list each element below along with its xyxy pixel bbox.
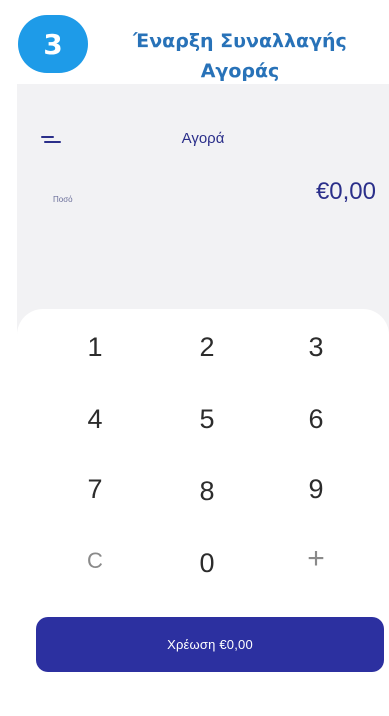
key-1[interactable]: 1 bbox=[60, 325, 130, 369]
amount-display: €0,00 bbox=[315, 178, 376, 205]
charge-button[interactable]: Χρέωση €0,00 bbox=[36, 617, 384, 672]
pos-app-screen: Αγορά Ποσό €0,00 1 2 3 4 5 6 7 8 9 C 0 +… bbox=[17, 84, 389, 716]
key-5[interactable]: 5 bbox=[172, 397, 242, 441]
plus-key[interactable]: + bbox=[281, 537, 351, 581]
key-9[interactable]: 9 bbox=[281, 467, 351, 511]
step-number-badge: 3 bbox=[18, 15, 88, 73]
key-6[interactable]: 6 bbox=[281, 397, 351, 441]
key-8[interactable]: 8 bbox=[172, 469, 242, 513]
step-header: 3 Έναρξη Συναλλαγής Αγοράς bbox=[0, 0, 389, 84]
step-title: Έναρξη Συναλλαγής Αγοράς bbox=[133, 30, 347, 82]
clear-key[interactable]: C bbox=[60, 539, 130, 583]
app-title: Αγορά bbox=[181, 130, 225, 147]
amount-label: Ποσό bbox=[53, 195, 73, 204]
key-7[interactable]: 7 bbox=[60, 467, 130, 511]
key-2[interactable]: 2 bbox=[172, 325, 242, 369]
tutorial-step-page: 3 Έναρξη Συναλλαγής Αγοράς Αγορά Ποσό €0… bbox=[0, 0, 389, 716]
key-4[interactable]: 4 bbox=[60, 397, 130, 441]
key-3[interactable]: 3 bbox=[281, 325, 351, 369]
key-0[interactable]: 0 bbox=[172, 541, 242, 585]
